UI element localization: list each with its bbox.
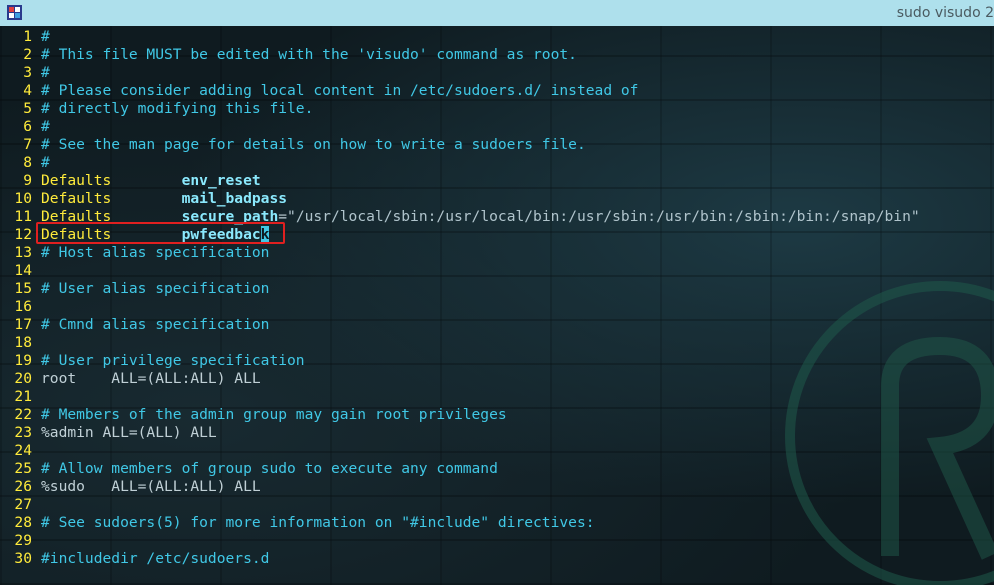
path-string: "/usr/local/sbin:/usr/local/bin:/usr/sbi… [287,208,920,225]
editor-line[interactable]: 5 # directly modifying this file. [0,100,994,118]
editor-line[interactable]: 4 # Please consider adding local content … [0,82,994,100]
line-number: 17 [14,316,32,333]
editor-line[interactable]: 28 # See sudoers(5) for more information … [0,514,994,532]
line-number: 20 [14,370,32,387]
line-number: 24 [14,442,32,459]
line-number: 14 [14,262,32,279]
line-number: 21 [14,388,32,405]
terminal-view[interactable]: 1 #2 # This file MUST be edited with the '… [0,26,994,585]
line-number: 9 [23,172,32,189]
line-text: # This file MUST be edited with the 'vis… [41,46,577,63]
editor-line[interactable]: 26 %sudo ALL=(ALL:ALL) ALL [0,478,994,496]
line-text: # [41,154,50,171]
editor-line[interactable]: 3 # [0,64,994,82]
line-text: # Allow members of group sudo to execute… [41,460,498,477]
line-number: 7 [23,136,32,153]
rule-text: %admin ALL=(ALL) ALL [41,424,217,441]
editor-line[interactable]: 9 Defaults env_reset [0,172,994,190]
editor-line[interactable]: 16 [0,298,994,316]
line-text: # Members of the admin group may gain ro… [41,406,507,423]
editor-line[interactable]: 30 #includedir /etc/sudoers.d [0,550,994,568]
line-number: 3 [23,64,32,81]
editor-line[interactable]: 2 # This file MUST be edited with the 'vi… [0,46,994,64]
window-title: sudo visudo 2 [896,5,994,21]
line-text: # User privilege specification [41,352,305,369]
line-number: 12 [14,226,32,243]
defaults-keyword: Defaults [41,172,112,189]
editor-buffer[interactable]: 1 #2 # This file MUST be edited with the '… [0,28,994,568]
line-number: 8 [23,154,32,171]
editor-line[interactable]: 20 root ALL=(ALL:ALL) ALL [0,370,994,388]
line-number: 26 [14,478,32,495]
editor-line[interactable]: 24 [0,442,994,460]
line-number: 22 [14,406,32,423]
line-number: 13 [14,244,32,261]
line-text: # Cmnd alias specification [41,316,270,333]
rule-text: %sudo ALL=(ALL:ALL) ALL [41,478,261,495]
editor-line[interactable]: 27 [0,496,994,514]
line-number: 11 [14,208,32,225]
line-number: 2 [23,46,32,63]
editor-line[interactable]: 19 # User privilege specification [0,352,994,370]
line-number: 16 [14,298,32,315]
line-text: # directly modifying this file. [41,100,314,117]
line-number: 19 [14,352,32,369]
defaults-keyword: Defaults [41,190,112,207]
line-number: 27 [14,496,32,513]
line-number: 28 [14,514,32,531]
editor-line[interactable]: 15 # User alias specification [0,280,994,298]
line-number: 15 [14,280,32,297]
editor-line[interactable]: 6 # [0,118,994,136]
terminal-app-icon[interactable] [7,5,22,20]
defaults-option: mail_badpass [181,190,288,207]
line-number: 10 [14,190,32,207]
line-number: 1 [23,28,32,45]
line-text: # See sudoers(5) for more information on… [41,514,595,531]
editor-line[interactable]: 21 [0,388,994,406]
line-text: # User alias specification [41,280,270,297]
line-text: # [41,64,50,81]
line-text: # See the man page for details on how to… [41,136,586,153]
editor-line[interactable]: 8 # [0,154,994,172]
editor-line[interactable]: 7 # See the man page for details on how t… [0,136,994,154]
editor-line[interactable]: 13 # Host alias specification [0,244,994,262]
editor-line[interactable]: 1 # [0,28,994,46]
line-text: # [41,118,50,135]
editor-line[interactable]: 17 # Cmnd alias specification [0,316,994,334]
editor-line[interactable]: 22 # Members of the admin group may gain … [0,406,994,424]
defaults-option: env_reset [181,172,261,189]
editor-line[interactable]: 14 [0,262,994,280]
line-text: # Please consider adding local content i… [41,82,639,99]
title-bar[interactable]: sudo visudo 2 [0,0,994,27]
editor-line[interactable]: 10 Defaults mail_badpass [0,190,994,208]
rule-text: root ALL=(ALL:ALL) ALL [41,370,261,387]
editor-line[interactable]: 25 # Allow members of group sudo to execu… [0,460,994,478]
line-text: # [41,28,50,45]
line-text: # Host alias specification [41,244,270,261]
line-number: 6 [23,118,32,135]
line-number: 5 [23,100,32,117]
line-number: 25 [14,460,32,477]
line-number: 29 [14,532,32,549]
line-number: 23 [14,424,32,441]
line-number: 30 [14,550,32,567]
editor-line[interactable]: 29 [0,532,994,550]
line-number: 18 [14,334,32,351]
highlight-annotation-box [36,222,285,244]
editor-line[interactable]: 18 [0,334,994,352]
editor-line[interactable]: 23 %admin ALL=(ALL) ALL [0,424,994,442]
line-number: 4 [23,82,32,99]
line-text: #includedir /etc/sudoers.d [41,550,270,567]
